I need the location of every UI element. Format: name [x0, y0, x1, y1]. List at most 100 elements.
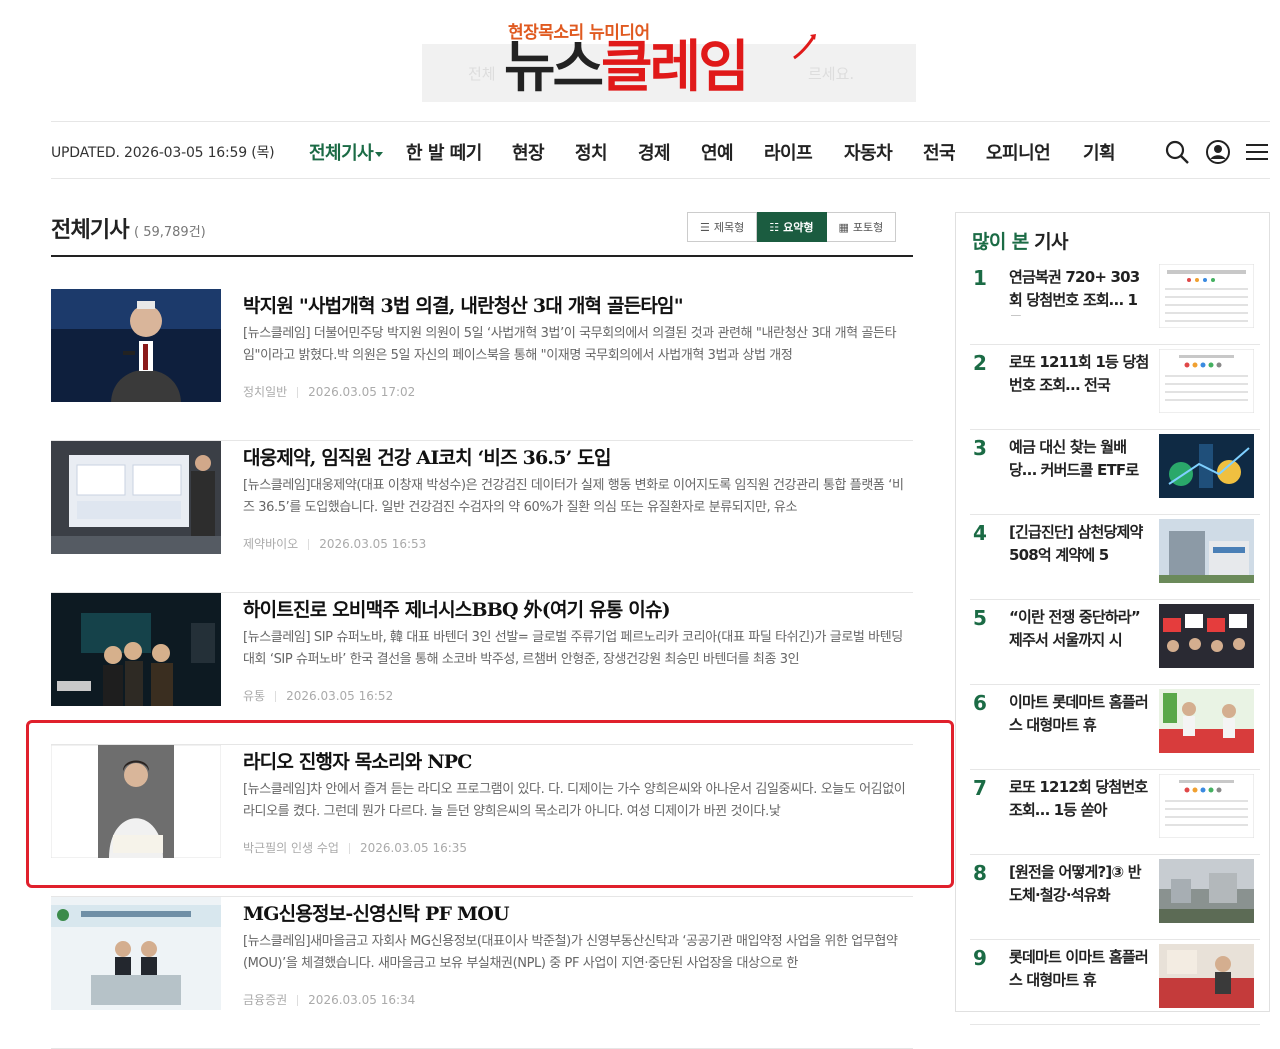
- article-thumbnail[interactable]: [51, 593, 221, 706]
- article-item: MG신용정보-신영신탁 PF MOU [뉴스클레임]새마을금고 자회사 MG신용…: [51, 897, 913, 1049]
- nav-item-opinion[interactable]: 오피니언: [986, 139, 1051, 165]
- most-viewed-item[interactable]: 4 [긴급진단] 삼천당제약 508억 계약에 5: [970, 515, 1260, 600]
- logo-swoosh-icon: [793, 34, 816, 60]
- article-category: 유통: [243, 689, 266, 703]
- logo-text-claim: 클레임: [601, 35, 750, 100]
- most-viewed-headline: [긴급진단] 삼천당제약 508억 계약에 5: [1009, 523, 1143, 564]
- nav-item-one-step[interactable]: 한 발 떼기: [406, 139, 482, 165]
- article-summary[interactable]: [뉴스클레임]대웅제약(대표 이창재 박성수)은 건강검진 데이터가 실제 행동…: [243, 475, 913, 519]
- rank-number: 4: [973, 521, 987, 545]
- rank-number: 8: [973, 861, 987, 885]
- nav-item-feature[interactable]: 기획: [1083, 139, 1116, 165]
- most-viewed-headline: 예금 대신 찾는 월배당… 커버드콜 ETF로: [1009, 438, 1139, 479]
- most-viewed-thumbnail: [1159, 519, 1254, 583]
- most-viewed-thumbnail: [1159, 689, 1254, 753]
- nav-item-economy[interactable]: 경제: [638, 139, 671, 165]
- article-date: 2026.03.05 16:53: [319, 537, 427, 551]
- most-viewed-thumbnail: [1159, 349, 1254, 413]
- article-thumbnail[interactable]: [51, 897, 221, 1010]
- most-viewed-headline: “이란 전쟁 중단하라” 제주서 서울까지 시: [1009, 608, 1141, 649]
- article-meta: 유통 2026.03.05 16:52: [243, 687, 393, 704]
- most-viewed-thumbnail: [1159, 859, 1254, 923]
- most-viewed-item[interactable]: 9 롯데마트 이마트 홈플러스 대형마트 휴: [970, 940, 1260, 1025]
- user-icon[interactable]: [1205, 139, 1231, 165]
- title-highlight: 많이 본: [972, 231, 1029, 253]
- most-viewed-headline: 롯데마트 이마트 홈플러스 대형마트 휴: [1009, 948, 1149, 989]
- nav-item-cars[interactable]: 자동차: [844, 139, 893, 165]
- article-date: 2026.03.05 16:52: [286, 689, 394, 703]
- most-viewed-headline: 로또 1212회 당첨번호 조회… 1등 쏟아: [1009, 778, 1148, 819]
- article-item: 박지원 "사법개혁 3법 의결, 내란청산 3대 개혁 골든타임" [뉴스클레임…: [51, 289, 913, 441]
- most-viewed-thumbnail: [1159, 264, 1254, 328]
- rank-number: 6: [973, 691, 987, 715]
- title-rest: 기사: [1034, 231, 1068, 253]
- most-viewed-item[interactable]: 8 [원전을 어떻게?]③ 반도체·철강·석유화: [970, 855, 1260, 940]
- most-viewed-item[interactable]: 1 연금복권 720+ 303회 당첨번호 조회… 1등 2: [970, 260, 1260, 345]
- most-viewed-item[interactable]: 2 로또 1211회 1등 당첨번호 조회… 전국: [970, 345, 1260, 430]
- view-summary-button[interactable]: ☷ 요약형: [757, 212, 827, 242]
- meta-separator: [308, 539, 310, 550]
- article-count: ( 59,789건): [134, 225, 206, 240]
- most-viewed-panel: 많이 본 기사 1 연금복권 720+ 303회 당첨번호 조회… 1등 2 2…: [955, 212, 1270, 1025]
- article-title[interactable]: 박지원 "사법개혁 3법 의결, 내란청산 3대 개혁 골든타임": [243, 291, 684, 318]
- nav-label: 전체기사: [309, 143, 374, 164]
- updated-timestamp: UPDATED. 2026-03-05 16:59 (목): [51, 145, 275, 161]
- article-date: 2026.03.05 16:34: [308, 993, 416, 1007]
- search-placeholder-right: 르세요.: [808, 65, 855, 83]
- nav-item-life[interactable]: 라이프: [764, 139, 813, 165]
- most-viewed-headline: 이마트 롯데마트 홈플러스 대형마트 휴: [1009, 693, 1149, 734]
- article-title[interactable]: 하이트진로 오비맥주 제너시스BBQ 外(여기 유통 이슈): [243, 595, 671, 622]
- most-viewed-item[interactable]: 6 이마트 롯데마트 홈플러스 대형마트 휴: [970, 685, 1260, 770]
- masthead: 전체 르세요. 현장목소리 뉴미디어 뉴스클레임: [0, 0, 1280, 120]
- most-viewed-thumbnail: [1159, 944, 1254, 1008]
- list-icon: ☰: [700, 220, 710, 234]
- article-category: 제약바이오: [243, 537, 299, 551]
- most-viewed-item[interactable]: 5 “이란 전쟁 중단하라” 제주서 서울까지 시: [970, 600, 1260, 685]
- article-category: 금융증권: [243, 993, 288, 1007]
- view-label: 포토형: [852, 221, 884, 234]
- nav-item-politics[interactable]: 정치: [575, 139, 608, 165]
- nav-item-national[interactable]: 전국: [923, 139, 956, 165]
- article-category: 정치일반: [243, 385, 288, 399]
- article-title[interactable]: MG신용정보-신영신탁 PF MOU: [243, 899, 510, 926]
- article-summary[interactable]: [뉴스클레임] 더불어민주당 박지원 의원이 5일 ‘사법개혁 3법’이 국무회…: [243, 323, 913, 367]
- search-placeholder-left: 전체: [468, 65, 496, 83]
- rank-number: 5: [973, 606, 987, 630]
- most-viewed-thumbnail: [1159, 434, 1254, 498]
- site-logo[interactable]: 뉴스클레임: [504, 35, 750, 100]
- main-nav: UPDATED. 2026-03-05 16:59 (목) 전체기사 한 발 떼…: [51, 121, 1270, 179]
- nav-item-field[interactable]: 현장: [512, 139, 545, 165]
- most-viewed-headline: 연금복권 720+ 303회 당첨번호 조회… 1등 2: [1009, 268, 1140, 316]
- article-meta: 정치일반 2026.03.05 17:02: [243, 383, 415, 400]
- article-summary[interactable]: [뉴스클레임]새마을금고 자회사 MG신용정보(대표이사 박준철)가 신영부동산…: [243, 931, 913, 975]
- most-viewed-item[interactable]: 3 예금 대신 찾는 월배당… 커버드콜 ETF로: [970, 430, 1260, 515]
- article-summary[interactable]: [뉴스클레임] SIP 슈퍼노바, 韓 대표 바텐더 3인 선발= 글로벌 주류…: [243, 627, 913, 671]
- view-title-button[interactable]: ☰ 제목형: [687, 212, 758, 242]
- meta-separator: [275, 691, 277, 702]
- most-viewed-title: 많이 본 기사: [972, 227, 1068, 254]
- most-viewed-item[interactable]: 7 로또 1212회 당첨번호 조회… 1등 쏟아: [970, 770, 1260, 855]
- article-thumbnail[interactable]: [51, 289, 221, 402]
- caret-down-icon: [375, 151, 384, 157]
- logo-text-news: 뉴스: [504, 35, 604, 100]
- nav-item-entertainment[interactable]: 연예: [701, 139, 734, 165]
- most-viewed-thumbnail: [1159, 774, 1254, 838]
- search-icon[interactable]: [1164, 139, 1190, 165]
- view-label: 요약형: [783, 221, 814, 234]
- meta-separator: [297, 995, 299, 1006]
- view-label: 제목형: [713, 221, 745, 234]
- menu-icon[interactable]: [1244, 139, 1270, 165]
- article-thumbnail[interactable]: [51, 441, 221, 554]
- article-title[interactable]: 대웅제약, 임직원 건강 AI코치 ‘비즈 36.5’ 도입: [243, 443, 611, 470]
- grid-icon: ▦: [838, 220, 849, 234]
- rank-number: 2: [973, 351, 987, 375]
- nav-item-all-articles[interactable]: 전체기사: [309, 139, 384, 165]
- view-toggle: ☰ 제목형 ☷ 요약형 ▦ 포토형: [687, 212, 897, 242]
- section-divider: [51, 255, 913, 257]
- summary-list-icon: ☷: [769, 220, 780, 234]
- article-date: 2026.03.05 17:02: [308, 385, 416, 399]
- view-photo-button[interactable]: ▦ 포토형: [826, 212, 897, 242]
- rank-number: 7: [973, 776, 987, 800]
- meta-separator: [297, 387, 299, 398]
- most-viewed-thumbnail: [1159, 604, 1254, 668]
